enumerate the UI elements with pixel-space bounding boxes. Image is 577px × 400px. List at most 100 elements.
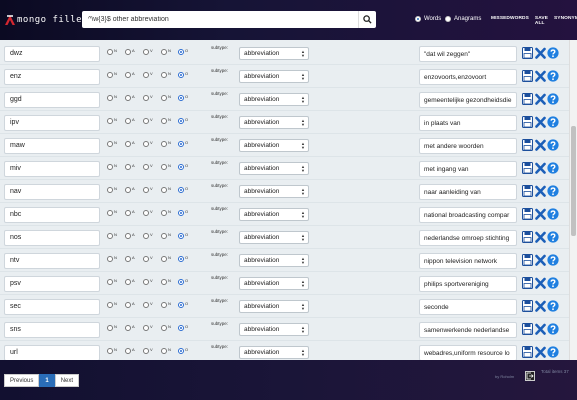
help-icon[interactable] <box>547 231 559 245</box>
wordclass-radio[interactable]: O <box>178 347 188 354</box>
save-icon[interactable] <box>522 254 533 268</box>
wordclass-radio[interactable]: N <box>107 255 117 262</box>
wordclass-radio[interactable]: A <box>125 140 135 147</box>
wordclass-radio[interactable]: O <box>178 94 188 101</box>
wordclass-radio[interactable]: N <box>161 278 171 285</box>
wordclass-radio[interactable]: N <box>107 163 117 170</box>
wordclass-radio[interactable]: N <box>107 278 117 285</box>
type-select[interactable]: abbreviation ▲ ▼ <box>239 208 309 221</box>
next-button[interactable]: Next <box>54 374 80 387</box>
definition-input[interactable]: nederlandse omroep stichting <box>419 230 517 246</box>
delete-icon[interactable] <box>535 162 546 176</box>
wordclass-radio[interactable]: N <box>161 48 171 55</box>
type-select[interactable]: abbreviation ▲ ▼ <box>239 277 309 290</box>
wordclass-radio[interactable]: V <box>143 71 153 78</box>
help-icon[interactable] <box>547 47 559 61</box>
wordclass-radio[interactable]: N <box>107 209 117 216</box>
page-1-button[interactable]: 1 <box>39 374 55 387</box>
nav-synonyms[interactable]: SYNONYMS <box>554 16 577 26</box>
previous-button[interactable]: Previous <box>4 374 40 387</box>
wordclass-radio[interactable]: A <box>125 278 135 285</box>
wordclass-radio[interactable]: N <box>161 71 171 78</box>
save-icon[interactable] <box>522 277 533 291</box>
wordclass-radio[interactable]: N <box>107 71 117 78</box>
save-icon[interactable] <box>522 93 533 107</box>
type-select[interactable]: abbreviation ▲ ▼ <box>239 162 309 175</box>
save-icon[interactable] <box>522 346 533 360</box>
wordclass-radio[interactable]: N <box>107 186 117 193</box>
wordclass-radio[interactable]: A <box>125 347 135 354</box>
type-select[interactable]: abbreviation ▲ ▼ <box>239 70 309 83</box>
wordclass-radio[interactable]: O <box>178 117 188 124</box>
search-input[interactable] <box>82 11 358 28</box>
word-input[interactable]: ipv <box>4 115 100 131</box>
definition-input[interactable]: met andere woorden <box>419 138 517 154</box>
word-input[interactable]: nos <box>4 230 100 246</box>
wordclass-radio[interactable]: V <box>143 48 153 55</box>
wordclass-radio[interactable]: A <box>125 48 135 55</box>
wordclass-radio[interactable]: N <box>161 163 171 170</box>
delete-icon[interactable] <box>535 93 546 107</box>
help-icon[interactable] <box>547 323 559 337</box>
type-select[interactable]: abbreviation ▲ ▼ <box>239 254 309 267</box>
word-input[interactable]: nbc <box>4 207 100 223</box>
definition-input[interactable]: samenwerkende nederlandse <box>419 322 517 338</box>
definition-input[interactable]: philips sportvereniging <box>419 276 517 292</box>
wordclass-radio[interactable]: A <box>125 94 135 101</box>
wordclass-radio[interactable]: N <box>161 232 171 239</box>
delete-icon[interactable] <box>535 208 546 222</box>
wordclass-radio[interactable]: V <box>143 140 153 147</box>
wordclass-radio[interactable]: O <box>178 278 188 285</box>
save-icon[interactable] <box>522 70 533 84</box>
definition-input[interactable]: met ingang van <box>419 161 517 177</box>
save-icon[interactable] <box>522 323 533 337</box>
logout-icon[interactable] <box>525 371 535 381</box>
save-icon[interactable] <box>522 116 533 130</box>
save-icon[interactable] <box>522 47 533 61</box>
scrollbar-thumb[interactable] <box>571 126 576 236</box>
wordclass-radio[interactable]: A <box>125 186 135 193</box>
wordclass-radio[interactable]: A <box>125 301 135 308</box>
search-button[interactable] <box>358 11 376 28</box>
save-icon[interactable] <box>522 208 533 222</box>
wordclass-radio[interactable]: N <box>161 324 171 331</box>
save-icon[interactable] <box>522 231 533 245</box>
wordclass-radio[interactable]: A <box>125 163 135 170</box>
save-icon[interactable] <box>522 162 533 176</box>
delete-icon[interactable] <box>535 254 546 268</box>
wordclass-radio[interactable]: V <box>143 232 153 239</box>
help-icon[interactable] <box>547 93 559 107</box>
definition-input[interactable]: gemeentelijke gezondheidsdie <box>419 92 517 108</box>
wordclass-radio[interactable]: V <box>143 347 153 354</box>
word-input[interactable]: enz <box>4 69 100 85</box>
delete-icon[interactable] <box>535 323 546 337</box>
help-icon[interactable] <box>547 185 559 199</box>
wordclass-radio[interactable]: O <box>178 140 188 147</box>
wordclass-radio[interactable]: A <box>125 209 135 216</box>
help-icon[interactable] <box>547 254 559 268</box>
definition-input[interactable]: seconde <box>419 299 517 315</box>
wordclass-radio[interactable]: V <box>143 324 153 331</box>
word-input[interactable]: sns <box>4 322 100 338</box>
type-select[interactable]: abbreviation ▲ ▼ <box>239 300 309 313</box>
wordclass-radio[interactable]: V <box>143 163 153 170</box>
word-input[interactable]: ntv <box>4 253 100 269</box>
wordclass-radio[interactable]: N <box>161 117 171 124</box>
logo[interactable]: mongo filler <box>4 12 88 28</box>
help-icon[interactable] <box>547 277 559 291</box>
wordclass-radio[interactable]: N <box>107 140 117 147</box>
wordclass-radio[interactable]: N <box>161 255 171 262</box>
wordclass-radio[interactable]: N <box>107 48 117 55</box>
help-icon[interactable] <box>547 162 559 176</box>
nav-save-all[interactable]: SAVE ALL <box>535 16 548 26</box>
save-icon[interactable] <box>522 300 533 314</box>
wordclass-radio[interactable]: N <box>161 140 171 147</box>
delete-icon[interactable] <box>535 277 546 291</box>
wordclass-radio[interactable]: O <box>178 48 188 55</box>
type-select[interactable]: abbreviation ▲ ▼ <box>239 116 309 129</box>
scrollbar[interactable] <box>569 40 577 360</box>
type-select[interactable]: abbreviation ▲ ▼ <box>239 139 309 152</box>
help-icon[interactable] <box>547 139 559 153</box>
wordclass-radio[interactable]: N <box>107 324 117 331</box>
save-icon[interactable] <box>522 185 533 199</box>
